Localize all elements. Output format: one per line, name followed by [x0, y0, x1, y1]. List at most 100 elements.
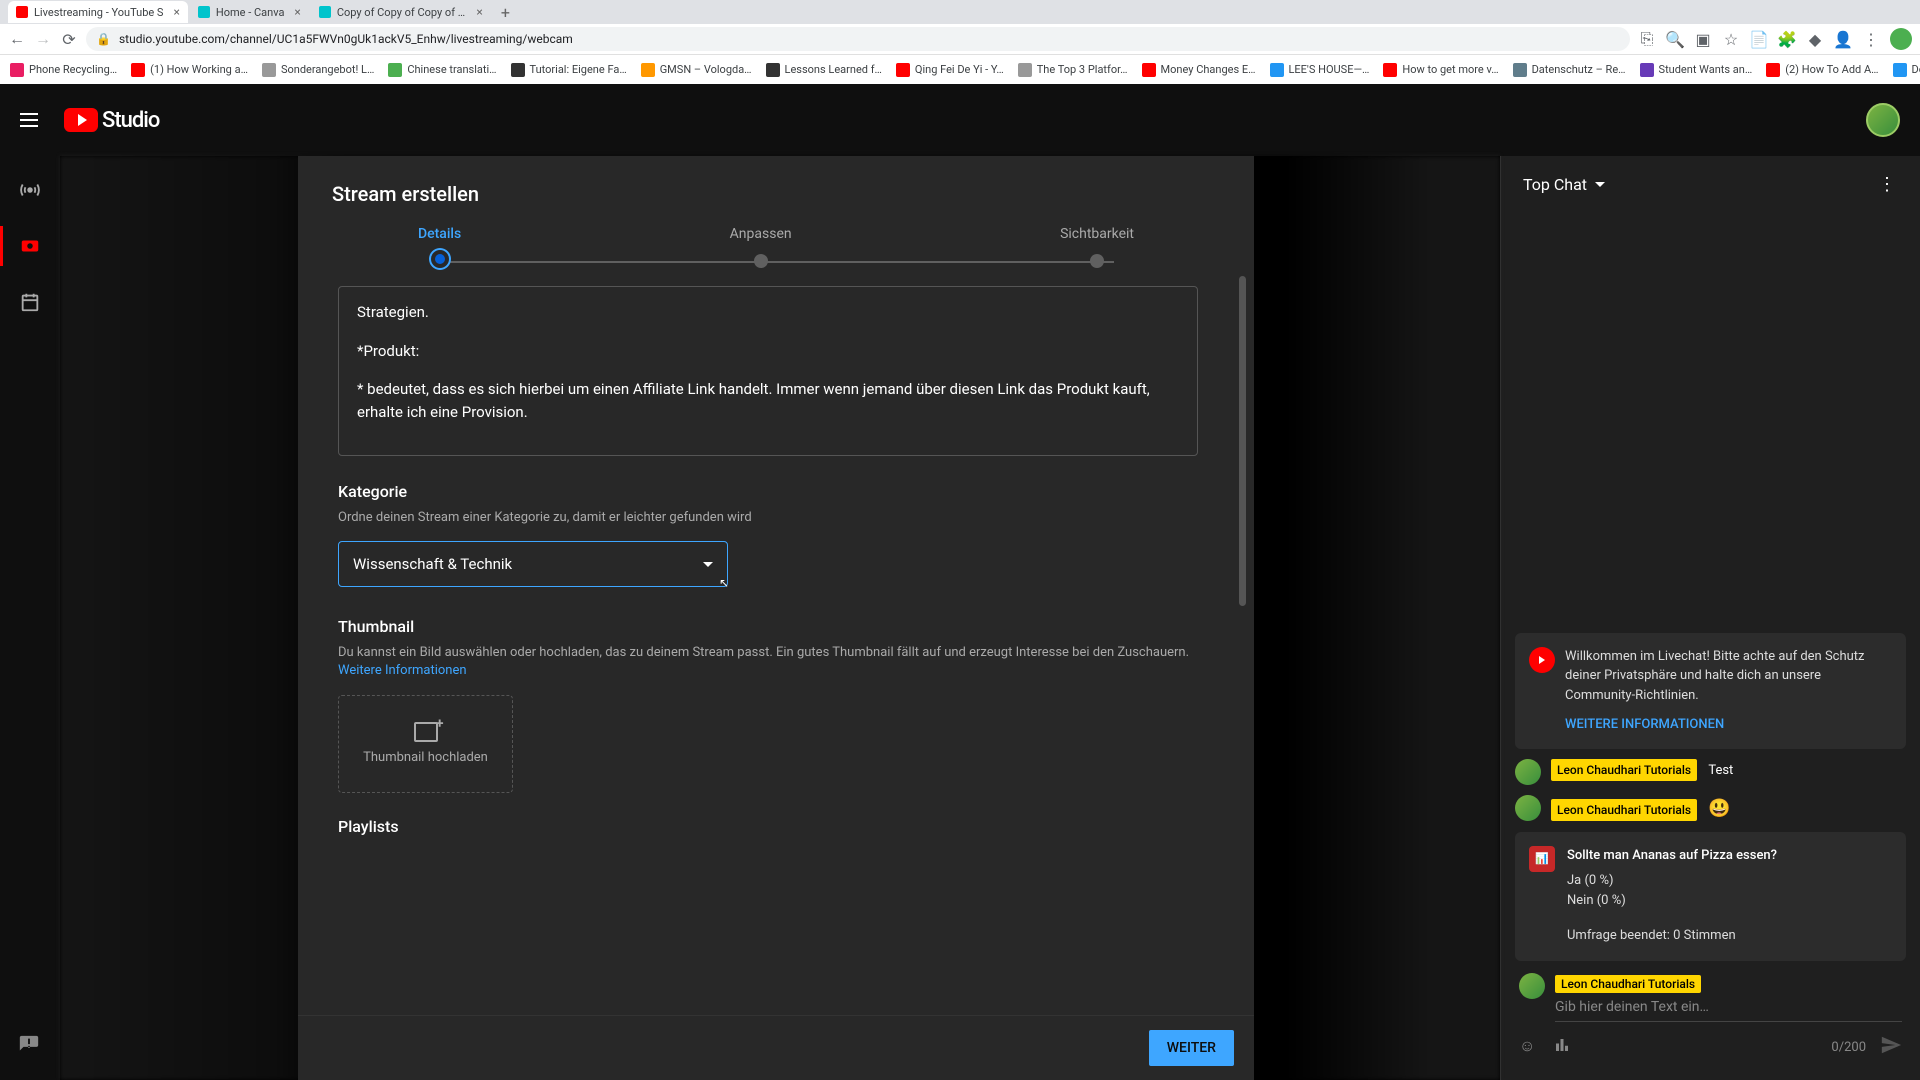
- live-chat-panel: Top Chat ⋮ Willkommen im Livechat! Bitte…: [1500, 156, 1920, 1080]
- chat-input[interactable]: Gib hier deinen Text ein…: [1555, 999, 1902, 1022]
- category-select[interactable]: Wissenschaft & Technik ↖: [338, 541, 728, 587]
- bookmark[interactable]: Student Wants an…: [1640, 63, 1753, 77]
- emoji-picker-icon[interactable]: ☺: [1519, 1036, 1535, 1058]
- bookmark[interactable]: (2) How To Add A…: [1766, 63, 1878, 77]
- tab-close-icon[interactable]: ×: [476, 5, 482, 19]
- author-badge[interactable]: Leon Chaudhari Tutorials: [1551, 799, 1697, 821]
- chat-messages[interactable]: Willkommen im Livechat! Bitte achte auf …: [1501, 213, 1920, 961]
- reader-icon[interactable]: 📄: [1750, 30, 1768, 48]
- upload-label: Thumbnail hochladen: [363, 750, 488, 765]
- welcome-text: Willkommen im Livechat! Bitte achte auf …: [1565, 647, 1892, 706]
- extensions-icon[interactable]: 🧩: [1778, 30, 1796, 48]
- url-field[interactable]: 🔒 studio.youtube.com/channel/UC1a5FWVn0g…: [86, 27, 1630, 51]
- back-icon[interactable]: ←: [8, 30, 26, 48]
- scrollbar[interactable]: [1239, 276, 1246, 606]
- author-badge[interactable]: Leon Chaudhari Tutorials: [1551, 759, 1697, 781]
- bookmark[interactable]: Money Changes E…: [1142, 63, 1256, 77]
- bookmark[interactable]: Datenschutz – Re…: [1513, 63, 1626, 77]
- bookmark[interactable]: How to get more v…: [1383, 63, 1498, 77]
- address-bar: ← → ⟳ 🔒 studio.youtube.com/channel/UC1a5…: [0, 24, 1920, 54]
- desc-line: Strategien.: [357, 301, 1179, 324]
- zoom-icon[interactable]: 🔍: [1666, 30, 1684, 48]
- bookmark[interactable]: Phone Recycling…: [10, 63, 117, 77]
- chat-message: Leon Chaudhari Tutorials 😃: [1515, 795, 1906, 822]
- modal-body[interactable]: Strategien. *Produkt: * bedeutet, dass e…: [298, 276, 1254, 1015]
- browser-chrome: Livestreaming - YouTube S × Home - Canva…: [0, 0, 1920, 84]
- message-text: Test: [1708, 763, 1733, 778]
- bookmark[interactable]: GMSN – Vologda…: [641, 63, 752, 77]
- upload-image-icon: [414, 722, 438, 742]
- cursor: ↖: [719, 576, 729, 590]
- bookmark[interactable]: Chinese translati…: [388, 63, 496, 77]
- new-tab-button[interactable]: +: [493, 3, 518, 22]
- extension2-icon[interactable]: ◆: [1806, 30, 1824, 48]
- user-avatar[interactable]: [1515, 795, 1541, 821]
- hamburger-icon[interactable]: [20, 108, 44, 132]
- studio-logo[interactable]: Studio: [64, 108, 159, 133]
- lock-icon: 🔒: [96, 32, 111, 46]
- step-visibility[interactable]: Sichtbarkeit: [1060, 226, 1134, 268]
- bookmark[interactable]: Download - Cooki…: [1893, 63, 1920, 77]
- youtube-studio-app: Studio Stream erstellen Details: [0, 84, 1920, 1080]
- chat-message: Leon Chaudhari Tutorials Test: [1515, 759, 1906, 785]
- user-avatar[interactable]: [1515, 759, 1541, 785]
- chevron-down-icon: [1595, 182, 1605, 187]
- app-header: Studio: [0, 84, 1920, 156]
- url-text: studio.youtube.com/channel/UC1a5FWVn0gUk…: [119, 32, 573, 46]
- share-icon[interactable]: ⎘: [1638, 30, 1656, 48]
- chat-input-area: Leon Chaudhari Tutorials Gib hier deinen…: [1501, 961, 1920, 1080]
- tab-canva-copy[interactable]: Copy of Copy of Copy of Cop ×: [311, 1, 491, 23]
- message-emoji: 😃: [1708, 798, 1730, 819]
- description-textarea[interactable]: Strategien. *Produkt: * bedeutet, dass e…: [338, 286, 1198, 456]
- poll-icon[interactable]: [1553, 1036, 1571, 1058]
- step-label: Anpassen: [730, 226, 792, 242]
- sidebar-manage-icon[interactable]: [16, 288, 44, 316]
- reload-icon[interactable]: ⟳: [60, 30, 78, 48]
- feedback-icon[interactable]: [18, 1034, 40, 1060]
- welcome-link[interactable]: WEITERE INFORMATIONEN: [1565, 717, 1724, 732]
- thumbnail-title: Thumbnail: [338, 617, 1198, 636]
- tab-title: Copy of Copy of Copy of Cop: [337, 6, 467, 19]
- bookmark[interactable]: LEE'S HOUSE—…: [1270, 63, 1370, 77]
- step-label: Sichtbarkeit: [1060, 226, 1134, 242]
- step-customize[interactable]: Anpassen: [730, 226, 792, 268]
- user-avatar[interactable]: [1866, 103, 1900, 137]
- poll-option[interactable]: Nein (0 %): [1567, 891, 1777, 912]
- cast-icon[interactable]: ▣: [1694, 30, 1712, 48]
- poll-question: Sollte man Ananas auf Pizza essen?: [1567, 846, 1777, 867]
- menu-icon[interactable]: ⋮: [1862, 30, 1880, 48]
- bookmark[interactable]: Tutorial: Eigene Fa…: [511, 63, 627, 77]
- sidebar-webcam-icon[interactable]: [16, 232, 44, 260]
- desc-line: *Produkt:: [357, 340, 1179, 363]
- bookmark[interactable]: Qing Fei De Yi - Y…: [896, 63, 1004, 77]
- category-hint: Ordne deinen Stream einer Kategorie zu, …: [338, 509, 1198, 527]
- tab-canva[interactable]: Home - Canva ×: [190, 1, 309, 23]
- tab-close-icon[interactable]: ×: [294, 5, 300, 19]
- user-avatar[interactable]: [1519, 973, 1545, 999]
- step-details[interactable]: Details: [418, 226, 461, 268]
- sidebar-stream-icon[interactable]: [16, 176, 44, 204]
- chat-header: Top Chat ⋮: [1501, 156, 1920, 213]
- profile-icon[interactable]: 👤: [1834, 30, 1852, 48]
- chat-menu-icon[interactable]: ⋮: [1878, 174, 1898, 195]
- bookmark[interactable]: The Top 3 Platfor…: [1018, 63, 1128, 77]
- next-button[interactable]: WEITER: [1149, 1030, 1234, 1066]
- stream-preview: Stream erstellen Details Anpassen Sichtb…: [60, 156, 1500, 1080]
- chat-welcome: Willkommen im Livechat! Bitte achte auf …: [1515, 633, 1906, 749]
- forward-icon[interactable]: →: [34, 30, 52, 48]
- send-icon[interactable]: [1880, 1034, 1902, 1060]
- poll-status: Umfrage beendet: 0 Stimmen: [1567, 926, 1777, 947]
- thumbnail-info-link[interactable]: Weitere Informationen: [338, 663, 467, 678]
- chat-title-text: Top Chat: [1523, 175, 1587, 194]
- tab-close-icon[interactable]: ×: [173, 5, 179, 19]
- tab-youtube[interactable]: Livestreaming - YouTube S ×: [8, 1, 188, 23]
- browser-avatar[interactable]: [1890, 28, 1912, 50]
- thumbnail-upload[interactable]: Thumbnail hochladen: [338, 695, 513, 793]
- poll-option[interactable]: Ja (0 %): [1567, 871, 1777, 892]
- star-icon[interactable]: ☆: [1722, 30, 1740, 48]
- bookmark[interactable]: (1) How Working a…: [131, 63, 248, 77]
- author-badge: Leon Chaudhari Tutorials: [1555, 975, 1701, 993]
- chat-mode-select[interactable]: Top Chat: [1523, 175, 1605, 194]
- bookmark[interactable]: Lessons Learned f…: [766, 63, 882, 77]
- bookmark[interactable]: Sonderangebot! L…: [262, 63, 374, 77]
